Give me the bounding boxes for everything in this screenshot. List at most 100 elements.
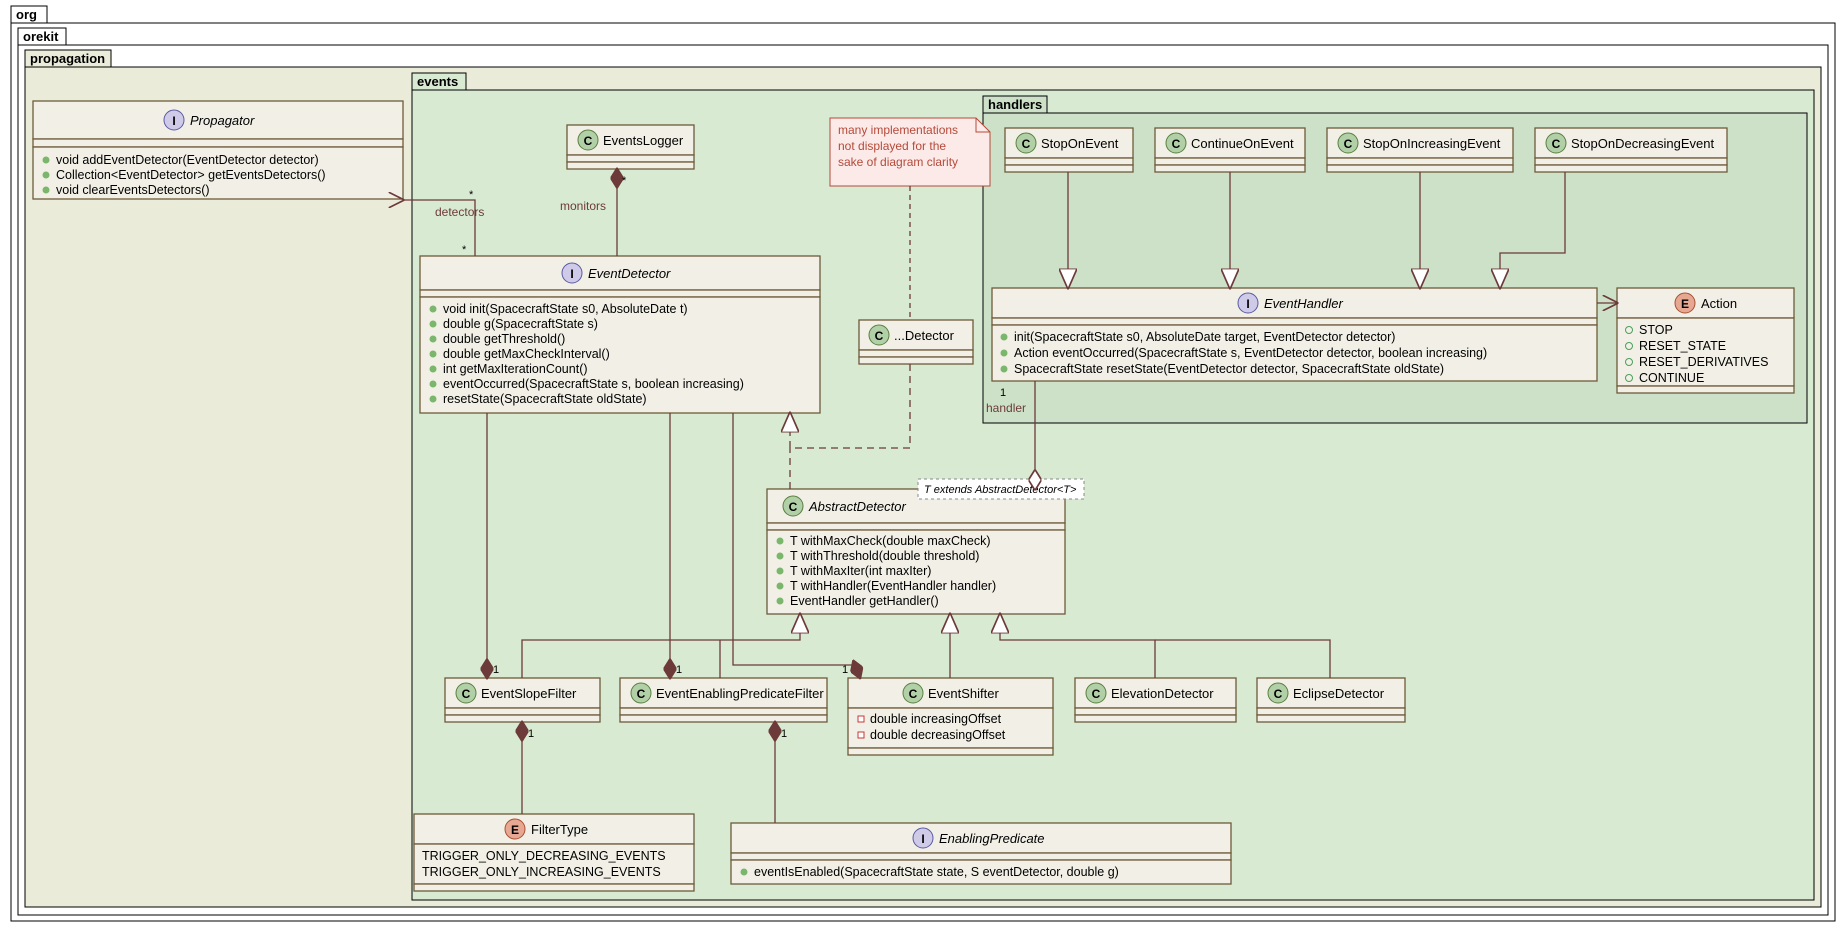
svg-text:double decreasingOffset: double decreasingOffset	[870, 728, 1006, 742]
svg-text:T extends AbstractDetector<T>: T extends AbstractDetector<T>	[924, 484, 1077, 496]
class-elided-detector: C ...Detector	[859, 320, 973, 364]
svg-text:T withThreshold(double thresho: T withThreshold(double threshold)	[790, 549, 979, 563]
diagram-note: many implementations not displayed for t…	[830, 118, 990, 186]
svg-text:E: E	[511, 823, 519, 837]
class-StopOnIncreasingEvent: C StopOnIncreasingEvent	[1327, 128, 1513, 172]
svg-text:not displayed for the: not displayed for the	[838, 139, 946, 153]
svg-text:handlers: handlers	[988, 97, 1042, 112]
svg-text:I: I	[172, 114, 175, 128]
svg-text:C: C	[462, 687, 471, 701]
svg-text:1: 1	[1000, 387, 1006, 399]
svg-text:T withMaxIter(int maxIter): T withMaxIter(int maxIter)	[790, 564, 931, 578]
class-EventEnablingPredicateFilter: C EventEnablingPredicateFilter	[620, 678, 827, 722]
svg-text:orekit: orekit	[23, 29, 59, 44]
svg-text:handler: handler	[986, 401, 1026, 415]
svg-text:*: *	[469, 189, 474, 201]
svg-text:propagation: propagation	[30, 51, 105, 66]
svg-text:1: 1	[781, 728, 787, 740]
svg-text:void init(SpacecraftState s0,: void init(SpacecraftState s0, AbsoluteDa…	[443, 302, 688, 316]
class-Action: E Action STOP RESET_STATE RESET_DERIVATI…	[1617, 288, 1794, 393]
svg-text:EventHandler: EventHandler	[1264, 296, 1343, 311]
svg-text:eventIsEnabled(SpacecraftState: eventIsEnabled(SpacecraftState state, S …	[754, 865, 1119, 879]
svg-text:C: C	[789, 500, 798, 514]
svg-text:*: *	[622, 175, 627, 187]
svg-text:StopOnEvent: StopOnEvent	[1041, 136, 1119, 151]
svg-text:EventSlopeFilter: EventSlopeFilter	[481, 686, 577, 701]
svg-text:TRIGGER_ONLY_DECREASING_EVENTS: TRIGGER_ONLY_DECREASING_EVENTS	[422, 849, 666, 863]
svg-text:init(SpacecraftState s0, Absol: init(SpacecraftState s0, AbsoluteDate ta…	[1014, 330, 1395, 344]
svg-text:AbstractDetector: AbstractDetector	[808, 499, 906, 514]
svg-text:ElevationDetector: ElevationDetector	[1111, 686, 1214, 701]
svg-text:many implementations: many implementations	[838, 123, 958, 137]
svg-text:*: *	[462, 244, 467, 256]
svg-text:I: I	[570, 267, 573, 281]
svg-text:C: C	[584, 134, 593, 148]
svg-text:C: C	[1172, 137, 1181, 151]
svg-text:org: org	[16, 7, 37, 22]
svg-text:resetState(SpacecraftState old: resetState(SpacecraftState oldState)	[443, 392, 647, 406]
class-EventHandler: I EventHandler init(SpacecraftState s0, …	[992, 288, 1597, 381]
svg-text:C: C	[875, 329, 884, 343]
svg-text:RESET_STATE: RESET_STATE	[1639, 339, 1726, 353]
svg-text:EclipseDetector: EclipseDetector	[1293, 686, 1385, 701]
svg-text:eventOccurred(SpacecraftState: eventOccurred(SpacecraftState s, boolean…	[443, 377, 744, 391]
svg-text:StopOnDecreasingEvent: StopOnDecreasingEvent	[1571, 136, 1714, 151]
svg-text:void addEventDetector(EventDet: void addEventDetector(EventDetector dete…	[56, 153, 319, 167]
svg-text:Collection<EventDetector> getE: Collection<EventDetector> getEventsDetec…	[56, 168, 326, 182]
class-ElevationDetector: C ElevationDetector	[1075, 678, 1236, 722]
svg-text:C: C	[1344, 137, 1353, 151]
svg-text:EventDetector: EventDetector	[588, 266, 671, 281]
svg-text:TRIGGER_ONLY_INCREASING_EVENTS: TRIGGER_ONLY_INCREASING_EVENTS	[422, 865, 661, 879]
class-EnablingPredicate: I EnablingPredicate eventIsEnabled(Space…	[731, 823, 1231, 884]
svg-text:StopOnIncreasingEvent: StopOnIncreasingEvent	[1363, 136, 1501, 151]
class-EventSlopeFilter: C EventSlopeFilter	[445, 678, 600, 722]
svg-text:I: I	[1246, 297, 1249, 311]
svg-text:T withHandler(EventHandler han: T withHandler(EventHandler handler)	[790, 579, 996, 593]
svg-text:1: 1	[842, 664, 848, 676]
svg-text:ContinueOnEvent: ContinueOnEvent	[1191, 136, 1294, 151]
class-FilterType: E FilterType TRIGGER_ONLY_DECREASING_EVE…	[414, 814, 694, 891]
class-Propagator: I Propagator void addEventDetector(Event…	[33, 101, 403, 199]
svg-text:E: E	[1681, 297, 1689, 311]
svg-text:CONTINUE: CONTINUE	[1639, 371, 1704, 385]
svg-text:C: C	[1092, 687, 1101, 701]
svg-text:C: C	[909, 687, 918, 701]
svg-text:C: C	[1022, 137, 1031, 151]
svg-text:T withMaxCheck(double maxCheck: T withMaxCheck(double maxCheck)	[790, 534, 991, 548]
class-EventShifter: C EventShifter double increasingOffset d…	[848, 678, 1053, 755]
svg-text:1: 1	[528, 728, 534, 740]
svg-text:detectors: detectors	[435, 205, 484, 219]
svg-text:monitors: monitors	[560, 199, 606, 213]
svg-text:Propagator: Propagator	[190, 113, 255, 128]
svg-text:1: 1	[676, 664, 682, 676]
svg-text:C: C	[1552, 137, 1561, 151]
svg-text:double getThreshold(): double getThreshold()	[443, 332, 565, 346]
svg-text:STOP: STOP	[1639, 323, 1673, 337]
svg-text:C: C	[637, 687, 646, 701]
svg-text:FilterType: FilterType	[531, 822, 588, 837]
svg-text:EnablingPredicate: EnablingPredicate	[939, 831, 1045, 846]
svg-text:C: C	[1274, 687, 1283, 701]
svg-text:1: 1	[493, 664, 499, 676]
svg-text:EventShifter: EventShifter	[928, 686, 999, 701]
svg-text:SpacecraftState resetState(Eve: SpacecraftState resetState(EventDetector…	[1014, 362, 1444, 376]
svg-text:EventHandler getHandler(): EventHandler getHandler()	[790, 594, 939, 608]
class-EventsLogger: C EventsLogger	[567, 125, 694, 169]
svg-text:EventEnablingPredicateFilter: EventEnablingPredicateFilter	[656, 686, 824, 701]
svg-text:Action: Action	[1701, 296, 1737, 311]
svg-text:Action eventOccurred(Spacecraf: Action eventOccurred(SpacecraftState s, …	[1014, 346, 1487, 360]
svg-text:...Detector: ...Detector	[894, 328, 955, 343]
class-StopOnEvent: C StopOnEvent	[1005, 128, 1133, 172]
svg-text:RESET_DERIVATIVES: RESET_DERIVATIVES	[1639, 355, 1768, 369]
class-EclipseDetector: C EclipseDetector	[1257, 678, 1405, 722]
svg-text:EventsLogger: EventsLogger	[603, 133, 684, 148]
class-EventDetector: I EventDetector void init(SpacecraftStat…	[420, 256, 820, 413]
svg-text:double g(SpacecraftState s): double g(SpacecraftState s)	[443, 317, 598, 331]
class-ContinueOnEvent: C ContinueOnEvent	[1155, 128, 1305, 172]
svg-text:void clearEventsDetectors(): void clearEventsDetectors()	[56, 183, 210, 197]
class-AbstractDetector: C AbstractDetector T extends AbstractDet…	[767, 479, 1084, 614]
svg-text:events: events	[417, 74, 458, 89]
svg-text:double increasingOffset: double increasingOffset	[870, 712, 1002, 726]
svg-text:sake of diagram clarity: sake of diagram clarity	[838, 155, 958, 169]
svg-text:I: I	[921, 832, 924, 846]
